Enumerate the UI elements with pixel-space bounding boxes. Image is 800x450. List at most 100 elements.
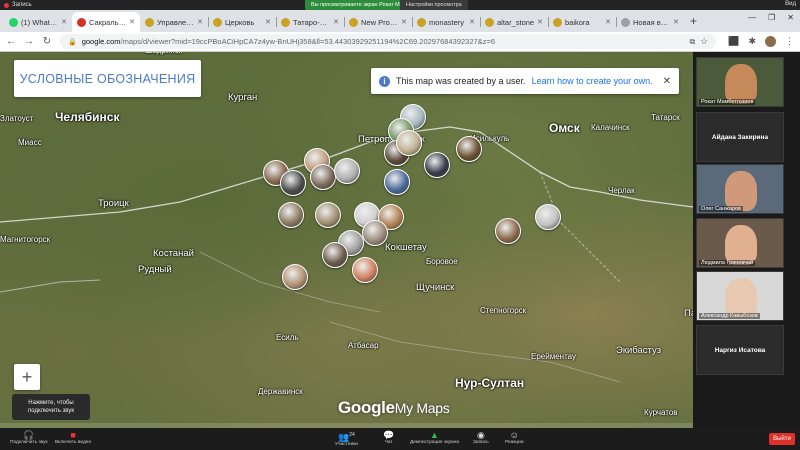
close-window-icon[interactable]: ✕ bbox=[787, 13, 794, 22]
headphones-icon: 🎧 bbox=[23, 430, 35, 440]
map-photo-marker[interactable] bbox=[424, 152, 450, 178]
tab-close-icon[interactable]: ✕ bbox=[61, 18, 67, 26]
city-label: Магнитогорск bbox=[0, 235, 51, 244]
participants-panel: Рокат Мамбетгазиев Айдана Закирина Олег Са… bbox=[693, 52, 800, 428]
forward-icon[interactable]: → bbox=[24, 36, 34, 47]
participant-tile[interactable]: Рокат Мамбетгазиев bbox=[696, 57, 784, 107]
tab-label: Сакральные bbox=[89, 17, 126, 27]
reactions-icon: ☺ bbox=[509, 430, 519, 440]
bookmark-star-icon[interactable]: ☆ bbox=[700, 36, 708, 47]
tab-favicon-icon bbox=[349, 17, 358, 27]
city-label: Боровое bbox=[426, 257, 458, 266]
city-label: Державинск bbox=[258, 387, 303, 396]
record-button[interactable]: ◉ Запись bbox=[473, 430, 489, 445]
map-photo-marker[interactable] bbox=[334, 158, 360, 184]
recording-indicator: Запись bbox=[4, 2, 32, 8]
address-bar-row: ← → ↻ 🔒 google.com/maps/d/viewer?mid=19c… bbox=[0, 32, 800, 52]
browser-tab-strip: (1) WhatsApp✕Сакральные✕Управление✕Церко… bbox=[0, 10, 800, 32]
url-field[interactable]: 🔒 google.com/maps/d/viewer?mid=19ccPBoAC… bbox=[60, 34, 717, 49]
participant-video bbox=[725, 225, 757, 265]
view-settings-button[interactable]: Настройки просмотра bbox=[400, 0, 468, 10]
menu-kebab-icon[interactable]: ⋮ bbox=[785, 36, 794, 47]
map-photo-marker[interactable] bbox=[280, 170, 306, 196]
reactions-button[interactable]: ☺ Реакции bbox=[505, 430, 524, 445]
city-label: Костанай bbox=[153, 248, 194, 259]
browser-tab[interactable]: Татаро-башк.✕ bbox=[276, 12, 344, 32]
tab-close-icon[interactable]: ✕ bbox=[673, 18, 679, 26]
map-photo-marker[interactable] bbox=[396, 130, 422, 156]
browser-tab[interactable]: Церковь ✕ bbox=[208, 12, 276, 32]
map-canvas[interactable]: Шадринск Курган Златоуст Челябинск Миасс Трои… bbox=[0, 52, 693, 428]
tab-close-icon[interactable]: ✕ bbox=[129, 18, 135, 26]
tab-close-icon[interactable]: ✕ bbox=[333, 18, 339, 26]
tab-close-icon[interactable]: ✕ bbox=[605, 18, 611, 26]
browser-tab[interactable]: baikora ✕ bbox=[548, 12, 616, 32]
tab-favicon-icon bbox=[213, 17, 222, 27]
map-photo-marker[interactable] bbox=[278, 202, 304, 228]
logo-mymaps: My Maps bbox=[394, 400, 450, 416]
tab-close-icon[interactable]: ✕ bbox=[197, 18, 203, 26]
puzzle-icon[interactable]: ✱ bbox=[748, 36, 756, 47]
city-label: Троицк bbox=[98, 198, 129, 209]
chat-label: Чат bbox=[384, 440, 393, 445]
map-photo-marker[interactable] bbox=[535, 204, 561, 230]
participants-button[interactable]: 👥24 Участники bbox=[335, 430, 358, 447]
participant-tile[interactable]: Людмила Гриневчай bbox=[696, 218, 784, 268]
record-dot-icon bbox=[4, 2, 9, 8]
map-photo-marker[interactable] bbox=[495, 218, 521, 244]
profile-avatar[interactable] bbox=[765, 36, 776, 47]
tab-close-icon[interactable]: ✕ bbox=[401, 18, 407, 26]
participant-tile[interactable]: Александр Кавыбозов bbox=[696, 271, 784, 321]
recording-label: Запись bbox=[12, 2, 32, 8]
back-icon[interactable]: ← bbox=[6, 36, 16, 47]
tab-close-icon[interactable]: ✕ bbox=[537, 18, 543, 26]
map-photo-marker[interactable] bbox=[282, 264, 308, 290]
map-photo-marker[interactable] bbox=[315, 202, 341, 228]
window-controls: — ❐ ✕ bbox=[748, 13, 794, 22]
video-button[interactable]: ■ Включить видео bbox=[55, 430, 91, 445]
participant-tile[interactable]: Олег Санжаров bbox=[696, 164, 784, 214]
participants-label: Участники bbox=[335, 442, 358, 447]
panel-scrollbar[interactable] bbox=[789, 92, 795, 372]
browser-tab[interactable]: (1) WhatsApp✕ bbox=[4, 12, 72, 32]
share-screen-button[interactable]: ▲ Демонстрация экрана bbox=[410, 430, 459, 445]
browser-tab[interactable]: Новая вкладка✕ bbox=[616, 12, 684, 32]
browser-tab[interactable]: New Project ✕ bbox=[344, 12, 412, 32]
participants-icon: 👥24 bbox=[338, 432, 355, 442]
share-screen-icon: ▲ bbox=[430, 430, 439, 440]
map-photo-marker[interactable] bbox=[352, 257, 378, 283]
audio-button[interactable]: 🎧 Подключить звук bbox=[10, 430, 48, 445]
browser-tab[interactable]: monastery ✕ bbox=[412, 12, 480, 32]
lock-icon: 🔒 bbox=[68, 38, 77, 46]
browser-tab[interactable]: Сакральные✕ bbox=[72, 12, 140, 32]
maximize-icon[interactable]: ❐ bbox=[768, 13, 775, 22]
legend-button[interactable]: УСЛОВНЫЕ ОБОЗНАЧЕНИЯ bbox=[14, 60, 201, 97]
map-photo-marker[interactable] bbox=[310, 164, 336, 190]
participant-tile[interactable]: Айдана Закирина bbox=[696, 112, 784, 162]
learn-more-link[interactable]: Learn how to create your own. bbox=[532, 76, 653, 86]
map-photo-marker[interactable] bbox=[456, 136, 482, 162]
tab-close-icon[interactable]: ✕ bbox=[469, 18, 475, 26]
tab-favicon-icon bbox=[485, 17, 494, 27]
tab-close-icon[interactable]: ✕ bbox=[265, 18, 271, 26]
reload-icon[interactable]: ↻ bbox=[42, 36, 52, 47]
cast-icon[interactable]: ⧉ bbox=[689, 37, 695, 47]
leave-button[interactable]: Выйти bbox=[769, 433, 795, 445]
close-banner-icon[interactable]: ✕ bbox=[663, 76, 671, 87]
participant-tile[interactable]: Наргиз Исатова bbox=[696, 325, 784, 375]
chat-button[interactable]: 💬 Чат bbox=[383, 430, 394, 445]
city-label: Степногорск bbox=[480, 306, 527, 315]
map-photo-marker[interactable] bbox=[322, 242, 348, 268]
extension-icon[interactable]: ⬛ bbox=[728, 36, 739, 47]
unmute-tooltip[interactable]: Нажмите, чтобы подключить звук bbox=[12, 394, 90, 420]
view-button[interactable]: Вид bbox=[785, 1, 796, 7]
minimize-icon[interactable]: — bbox=[748, 13, 756, 22]
browser-tab[interactable]: Управление✕ bbox=[140, 12, 208, 32]
new-tab-icon[interactable]: + bbox=[690, 14, 697, 28]
map-photo-marker[interactable] bbox=[384, 169, 410, 195]
map-photo-marker[interactable] bbox=[362, 220, 388, 246]
zoom-in-button[interactable]: + bbox=[14, 364, 40, 390]
city-label: Курган bbox=[228, 92, 258, 103]
tab-label: Новая вкладка bbox=[633, 17, 670, 27]
browser-tab[interactable]: altar_stone ✕ bbox=[480, 12, 548, 32]
